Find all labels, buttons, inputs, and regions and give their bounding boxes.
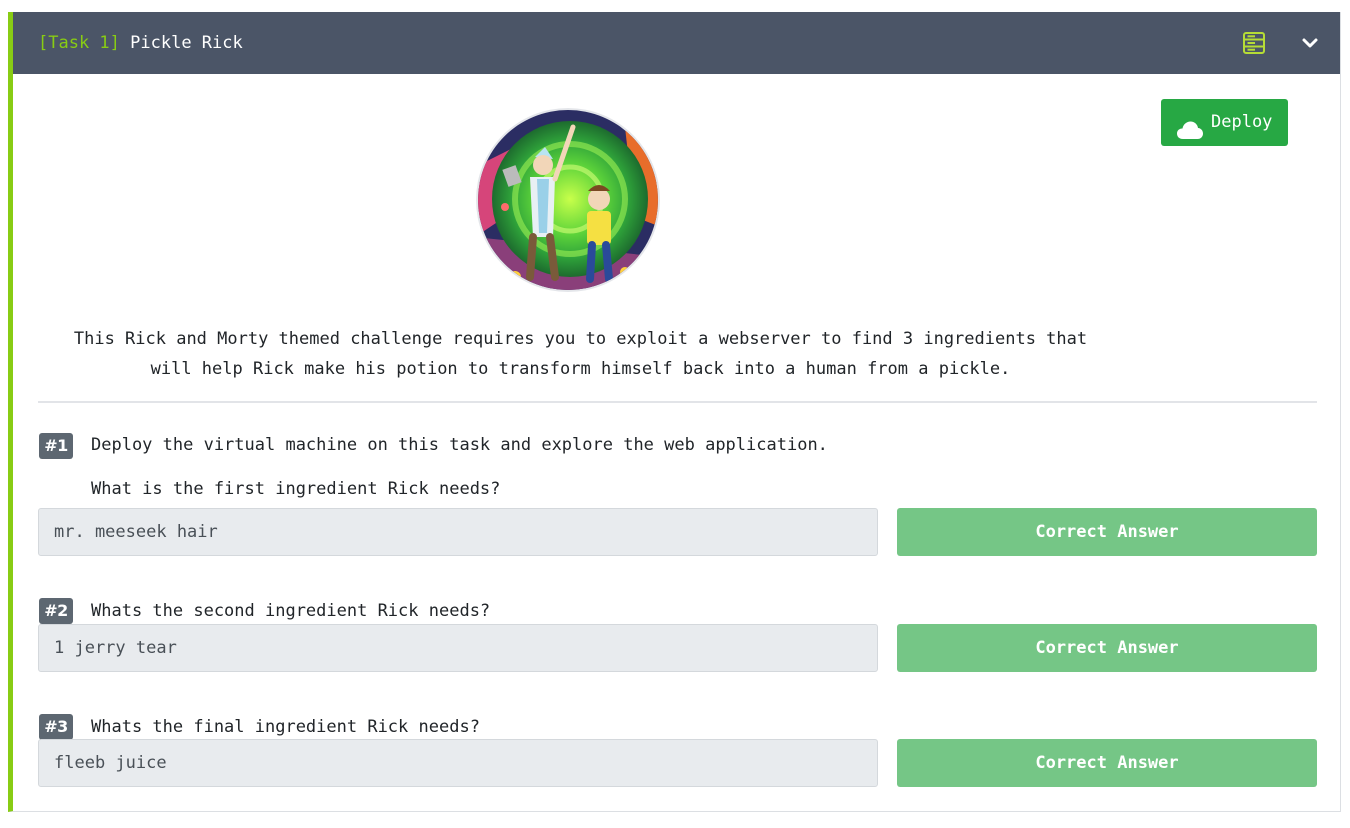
question-text: Whats the final ingredient Rick needs? (91, 717, 480, 737)
deploy-button[interactable]: Deploy (1161, 99, 1288, 146)
room-image (476, 108, 660, 292)
description-line-1: This Rick and Morty themed challenge req… (73, 329, 1088, 349)
server-icon[interactable] (1242, 31, 1266, 55)
chevron-down-icon[interactable] (1298, 31, 1322, 55)
description-line-2: will help Rick make his potion to transf… (150, 359, 1011, 379)
task-number: [Task 1] (38, 33, 120, 53)
question-text: Whats the second ingredient Rick needs? (91, 601, 491, 621)
question-badge: #1 (39, 433, 73, 459)
task-title: [Task 1] Pickle Rick (38, 32, 243, 54)
deploy-label: Deploy (1211, 112, 1273, 132)
task-body: Deploy This Rick and Morty themed challe… (13, 74, 1340, 811)
answer-input[interactable]: fleeb juice (38, 739, 878, 787)
answer-input[interactable]: 1 jerry tear (38, 624, 878, 672)
answer-input[interactable]: mr. meeseek hair (38, 508, 878, 556)
task-header[interactable]: [Task 1] Pickle Rick (13, 12, 1340, 74)
correct-answer-button[interactable]: Correct Answer (897, 624, 1317, 672)
task-name: Pickle Rick (130, 33, 243, 53)
question-badge: #2 (39, 598, 73, 624)
correct-answer-button[interactable]: Correct Answer (897, 508, 1317, 556)
cloud-icon (1176, 112, 1204, 139)
question-text: What is the first ingredient Rick needs? (91, 479, 501, 499)
task-description: This Rick and Morty themed challenge req… (38, 324, 1123, 384)
correct-answer-button[interactable]: Correct Answer (897, 739, 1317, 787)
task-card: [Task 1] Pickle Rick Deploy This Rick an… (8, 12, 1341, 812)
question-intro: Deploy the virtual machine on this task … (91, 435, 828, 455)
question-badge: #3 (39, 714, 73, 740)
divider (38, 401, 1317, 403)
